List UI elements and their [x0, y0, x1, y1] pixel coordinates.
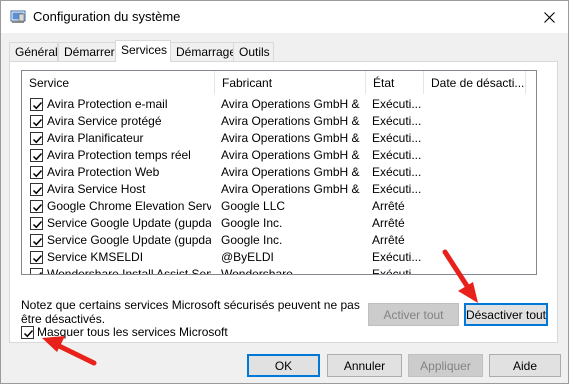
list-rows: Avira Protection e-mail Avira Operations …	[22, 96, 536, 275]
column-header-fabricant[interactable]: Fabricant	[215, 71, 366, 94]
service-row[interactable]: Service Google Update (gupdate) Google In…	[22, 215, 536, 232]
service-manufacturer: Avira Operations GmbH & ...	[221, 182, 361, 196]
service-status: Arrêté	[372, 233, 405, 247]
activer-tout-button[interactable]: Activer tout	[368, 303, 459, 326]
checkmark-icon	[32, 254, 43, 263]
service-checkbox[interactable]	[30, 251, 43, 264]
service-row[interactable]: Avira Service protégé Avira Operations Gm…	[22, 113, 536, 130]
desactiver-tout-button[interactable]: Désactiver tout	[464, 303, 548, 326]
column-header-date[interactable]: Date de désacti...	[424, 71, 526, 94]
ok-button[interactable]: OK	[247, 354, 320, 377]
checkmark-icon	[32, 118, 43, 127]
service-row[interactable]: Avira Protection e-mail Avira Operations …	[22, 96, 536, 113]
service-checkbox[interactable]	[30, 200, 43, 213]
aide-button[interactable]: Aide	[489, 354, 561, 377]
appliquer-button[interactable]: Appliquer	[408, 354, 483, 377]
close-button[interactable]	[530, 1, 568, 33]
service-manufacturer: Google LLC	[221, 199, 286, 213]
service-name: Wondershare Install Assist Service	[47, 267, 211, 275]
service-manufacturer: Avira Operations GmbH & ...	[221, 97, 361, 111]
service-name: Google Chrome Elevation Servic...	[47, 199, 211, 213]
system-config-window: Configuration du système Général Démarre…	[0, 0, 569, 384]
service-checkbox[interactable]	[30, 132, 43, 145]
close-icon	[543, 11, 555, 23]
tab-demarrage[interactable]: Démarrage	[170, 42, 236, 61]
checkmark-icon	[32, 101, 43, 110]
tab-general[interactable]: Général	[9, 42, 58, 61]
service-checkbox[interactable]	[30, 149, 43, 162]
service-row[interactable]: Google Chrome Elevation Servic... Google …	[22, 198, 536, 215]
service-row[interactable]: Avira Service Host Avira Operations GmbH …	[22, 181, 536, 198]
column-header-etat[interactable]: État	[366, 71, 424, 94]
service-name: Avira Service Host	[47, 182, 146, 196]
service-manufacturer: Avira Operations GmbH & ...	[221, 114, 361, 128]
service-status: Arrêté	[372, 216, 405, 230]
checkmark-icon	[32, 135, 43, 144]
checkmark-icon	[23, 329, 34, 338]
service-row[interactable]: Avira Planificateur Avira Operations GmbH…	[22, 130, 536, 147]
microsoft-services-note: Notez que certains services Microsoft sé…	[21, 298, 360, 326]
service-row[interactable]: Wondershare Install Assist Service Wonder…	[22, 266, 536, 275]
service-name: Avira Protection Web	[47, 165, 160, 179]
checkmark-icon	[32, 152, 43, 161]
service-checkbox[interactable]	[30, 268, 43, 274]
service-status: Exécuti...	[372, 250, 422, 264]
service-status: Exécuti...	[372, 267, 422, 275]
service-checkbox[interactable]	[30, 115, 43, 128]
service-status: Exécuti...	[372, 182, 422, 196]
service-checkbox[interactable]	[30, 98, 43, 111]
service-status: Exécuti...	[372, 114, 422, 128]
services-panel: Service Fabricant État Date de désacti..…	[9, 61, 558, 343]
service-name: Avira Planificateur	[47, 131, 144, 145]
title-bar: Configuration du système	[1, 1, 568, 33]
checkmark-icon	[32, 186, 43, 195]
service-row[interactable]: Service KMSELDI @ByELDI Exécuti...	[22, 249, 536, 266]
annuler-button[interactable]: Annuler	[327, 354, 402, 377]
service-checkbox[interactable]	[30, 166, 43, 179]
service-manufacturer: Wondershare	[221, 267, 293, 275]
column-header-service[interactable]: Service	[22, 71, 215, 94]
checkmark-icon	[39, 271, 43, 274]
service-row[interactable]: Service Google Update (gupdatem) Google I…	[22, 232, 536, 249]
service-manufacturer: Avira Operations GmbH & ...	[221, 131, 361, 145]
list-header: Service Fabricant État Date de désacti..…	[22, 71, 536, 94]
service-status: Exécuti...	[372, 148, 422, 162]
service-status: Arrêté	[372, 199, 405, 213]
checkmark-icon	[32, 169, 43, 178]
service-manufacturer: Avira Operations GmbH & ...	[221, 148, 361, 162]
service-checkbox[interactable]	[30, 183, 43, 196]
service-status: Exécuti...	[372, 97, 422, 111]
checkmark-icon	[32, 237, 43, 246]
service-status: Exécuti...	[372, 131, 422, 145]
service-status: Exécuti...	[372, 165, 422, 179]
service-name: Avira Protection temps réel	[47, 148, 191, 162]
service-checkbox[interactable]	[30, 217, 43, 230]
service-row[interactable]: Avira Protection temps réel Avira Operati…	[22, 147, 536, 164]
service-name: Service Google Update (gupdatem)	[47, 233, 211, 247]
msconfig-app-icon	[10, 10, 26, 23]
service-name: Service Google Update (gupdate)	[47, 216, 211, 230]
checkmark-icon	[32, 220, 43, 229]
tab-outils[interactable]: Outils	[233, 42, 274, 61]
service-manufacturer: Google Inc.	[221, 216, 283, 230]
services-list[interactable]: Service Fabricant État Date de désacti..…	[21, 70, 537, 275]
service-manufacturer: Google Inc.	[221, 233, 283, 247]
tab-services[interactable]: Services	[115, 40, 171, 62]
window-title: Configuration du système	[33, 9, 181, 24]
hide-microsoft-services-checkbox[interactable]	[21, 326, 34, 339]
hide-microsoft-services-label: Masquer tous les services Microsoft	[37, 325, 228, 339]
service-manufacturer: Avira Operations GmbH & ...	[221, 165, 361, 179]
service-name: Avira Protection e-mail	[47, 97, 168, 111]
service-name: Avira Service protégé	[47, 114, 162, 128]
service-name: Service KMSELDI	[47, 250, 144, 264]
service-row[interactable]: Avira Protection Web Avira Operations Gmb…	[22, 164, 536, 181]
service-checkbox[interactable]	[30, 234, 43, 247]
tab-demarrer[interactable]: Démarrer	[58, 42, 116, 61]
checkmark-icon	[32, 203, 43, 212]
service-manufacturer: @ByELDI	[221, 250, 274, 264]
